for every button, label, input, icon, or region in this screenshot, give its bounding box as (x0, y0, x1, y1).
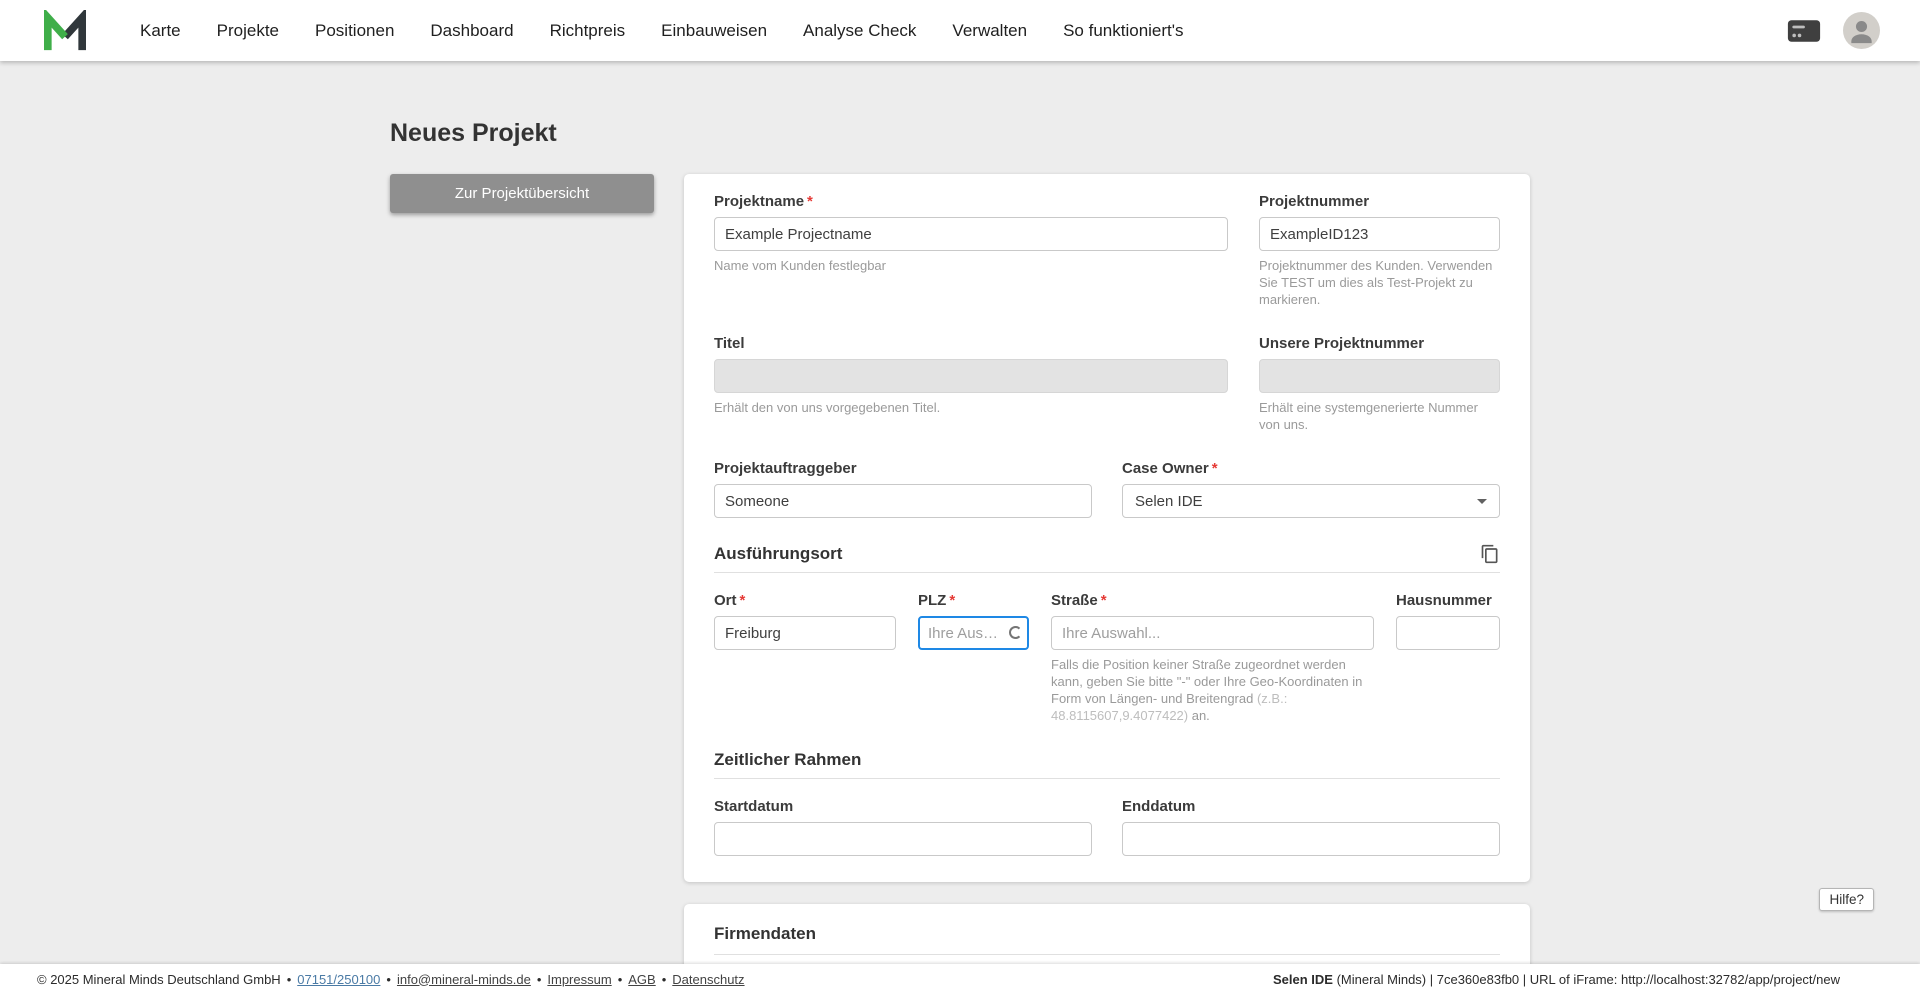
field-titel: Titel Erhält den von uns vorgegebenen Ti… (714, 334, 1228, 433)
separator: • (617, 971, 623, 987)
nav-item-richtpreis[interactable]: Richtpreis (550, 21, 626, 41)
field-startdatum: Startdatum (714, 797, 1092, 856)
strasse-input[interactable] (1051, 616, 1374, 650)
main-nav-links: Karte Projekte Positionen Dashboard Rich… (140, 21, 1184, 41)
projektname-helper: Name vom Kunden festlegbar (714, 258, 886, 273)
field-projektname: Projektname* Name vom Kunden festlegbar (714, 192, 1228, 308)
case-owner-value: Selen IDE (1135, 492, 1203, 510)
projektauftraggeber-label: Projektauftraggeber (714, 460, 857, 477)
footer: © 2025 Mineral Minds Deutschland GmbH • … (0, 964, 1920, 994)
spinner-icon (1009, 626, 1022, 639)
section-title-zeitlicher-rahmen: Zeitlicher Rahmen (714, 750, 862, 769)
section-divider (714, 954, 1500, 955)
nav-item-analyse-check[interactable]: Analyse Check (803, 21, 916, 41)
field-ort: Ort * (714, 591, 896, 724)
copyright-text: © 2025 Mineral Minds Deutschland GmbH (37, 971, 281, 987)
field-case-owner: Case Owner * Selen IDE (1122, 459, 1500, 518)
field-enddatum: Enddatum (1122, 797, 1500, 856)
field-plz: PLZ * (918, 591, 1029, 724)
footer-email-link[interactable]: info@mineral-minds.de (397, 972, 531, 987)
field-hausnummer: Hausnummer (1396, 591, 1500, 724)
enddatum-input[interactable] (1122, 822, 1500, 856)
nav-item-dashboard[interactable]: Dashboard (430, 21, 513, 41)
unsere-projektnummer-input (1259, 359, 1500, 393)
required-marker: * (739, 592, 746, 609)
strasse-helper: Falls die Position keiner Straße zugeord… (1051, 657, 1363, 723)
top-nav: Karte Projekte Positionen Dashboard Rich… (0, 0, 1920, 61)
enddatum-label: Enddatum (1122, 798, 1196, 815)
field-projektauftraggeber: Projektauftraggeber (714, 459, 1092, 518)
footer-datenschutz-link[interactable]: Datenschutz (672, 972, 744, 987)
required-marker: * (1211, 460, 1218, 477)
projektauftraggeber-input[interactable] (714, 484, 1092, 518)
nav-item-verwalten[interactable]: Verwalten (952, 21, 1027, 41)
titel-helper: Erhält den von uns vorgegebenen Titel. (714, 400, 941, 415)
projektnummer-input[interactable] (1259, 217, 1500, 251)
separator: • (386, 971, 391, 987)
section-title-ausfuehrungsort: Ausführungsort (714, 544, 843, 563)
hausnummer-input[interactable] (1396, 616, 1500, 650)
separator: • (661, 971, 667, 987)
titel-label: Titel (714, 335, 745, 352)
separator: • (286, 971, 292, 987)
unsere-projektnummer-label: Unsere Projektnummer (1259, 335, 1425, 352)
footer-phone-link[interactable]: 07151/250100 (297, 972, 380, 987)
session-user: Selen IDE (1272, 971, 1333, 987)
server-icon[interactable] (1787, 19, 1821, 43)
strasse-label: Straße * (1051, 592, 1107, 609)
case-owner-label: Case Owner * (1122, 460, 1218, 477)
ort-label: Ort * (714, 592, 746, 609)
nav-item-so-funktionierts[interactable]: So funktioniert's (1063, 21, 1183, 41)
required-marker: * (807, 193, 813, 210)
hausnummer-label: Hausnummer (1396, 592, 1492, 609)
field-unsere-projektnummer: Unsere Projektnummer Erhält eine systemg… (1259, 334, 1500, 433)
session-info: Selen IDE (Mineral Minds) | 7ce360e83fb0… (1273, 972, 1840, 987)
section-title-firmendaten: Firmendaten (714, 924, 817, 943)
projektnummer-label: Projektnummer (1259, 193, 1370, 210)
nav-item-positionen[interactable]: Positionen (315, 21, 394, 41)
nav-item-karte[interactable]: Karte (140, 21, 181, 41)
projektname-input[interactable] (714, 217, 1228, 251)
unsere-projektnummer-helper: Erhält eine systemgenerierte Nummer von … (1259, 400, 1478, 432)
section-divider (714, 572, 1500, 573)
page-title: Neues Projekt (390, 119, 557, 147)
plz-label: PLZ * (918, 592, 956, 609)
required-marker: * (949, 592, 956, 609)
projektnummer-helper: Projektnummer des Kunden. Verwenden Sie … (1259, 258, 1493, 307)
copy-icon[interactable] (1480, 544, 1500, 564)
app-logo[interactable] (42, 9, 88, 52)
session-details: (Mineral Minds) | 7ce360e83fb0 | URL of … (1332, 971, 1840, 987)
help-button[interactable]: Hilfe? (1819, 888, 1874, 911)
nav-right-actions (1787, 12, 1880, 49)
main-content: Neues Projekt Zur Projektübersicht Proje… (390, 61, 1530, 994)
field-projektnummer: Projektnummer Projektnummer des Kunden. … (1259, 192, 1500, 308)
new-project-form-card: Projektname* Name vom Kunden festlegbar … (684, 174, 1530, 882)
chevron-down-icon (1477, 498, 1487, 504)
startdatum-label: Startdatum (714, 798, 794, 815)
section-divider (714, 778, 1500, 779)
footer-links: © 2025 Mineral Minds Deutschland GmbH • … (37, 972, 745, 987)
nav-item-einbauweisen[interactable]: Einbauweisen (661, 21, 767, 41)
back-to-projects-button[interactable]: Zur Projektübersicht (390, 174, 654, 213)
separator: • (536, 971, 542, 987)
account-avatar-icon[interactable] (1843, 12, 1880, 49)
titel-input (714, 359, 1228, 393)
case-owner-select[interactable]: Selen IDE (1122, 484, 1500, 518)
startdatum-input[interactable] (714, 822, 1092, 856)
footer-agb-link[interactable]: AGB (628, 972, 655, 987)
ort-input[interactable] (714, 616, 896, 650)
nav-item-projekte[interactable]: Projekte (217, 21, 279, 41)
field-strasse: Straße* Falls die Position keiner Straße… (1051, 591, 1374, 724)
projektname-label: Projektname * (714, 193, 813, 210)
required-marker: * (1100, 592, 1107, 609)
footer-impressum-link[interactable]: Impressum (547, 972, 611, 987)
